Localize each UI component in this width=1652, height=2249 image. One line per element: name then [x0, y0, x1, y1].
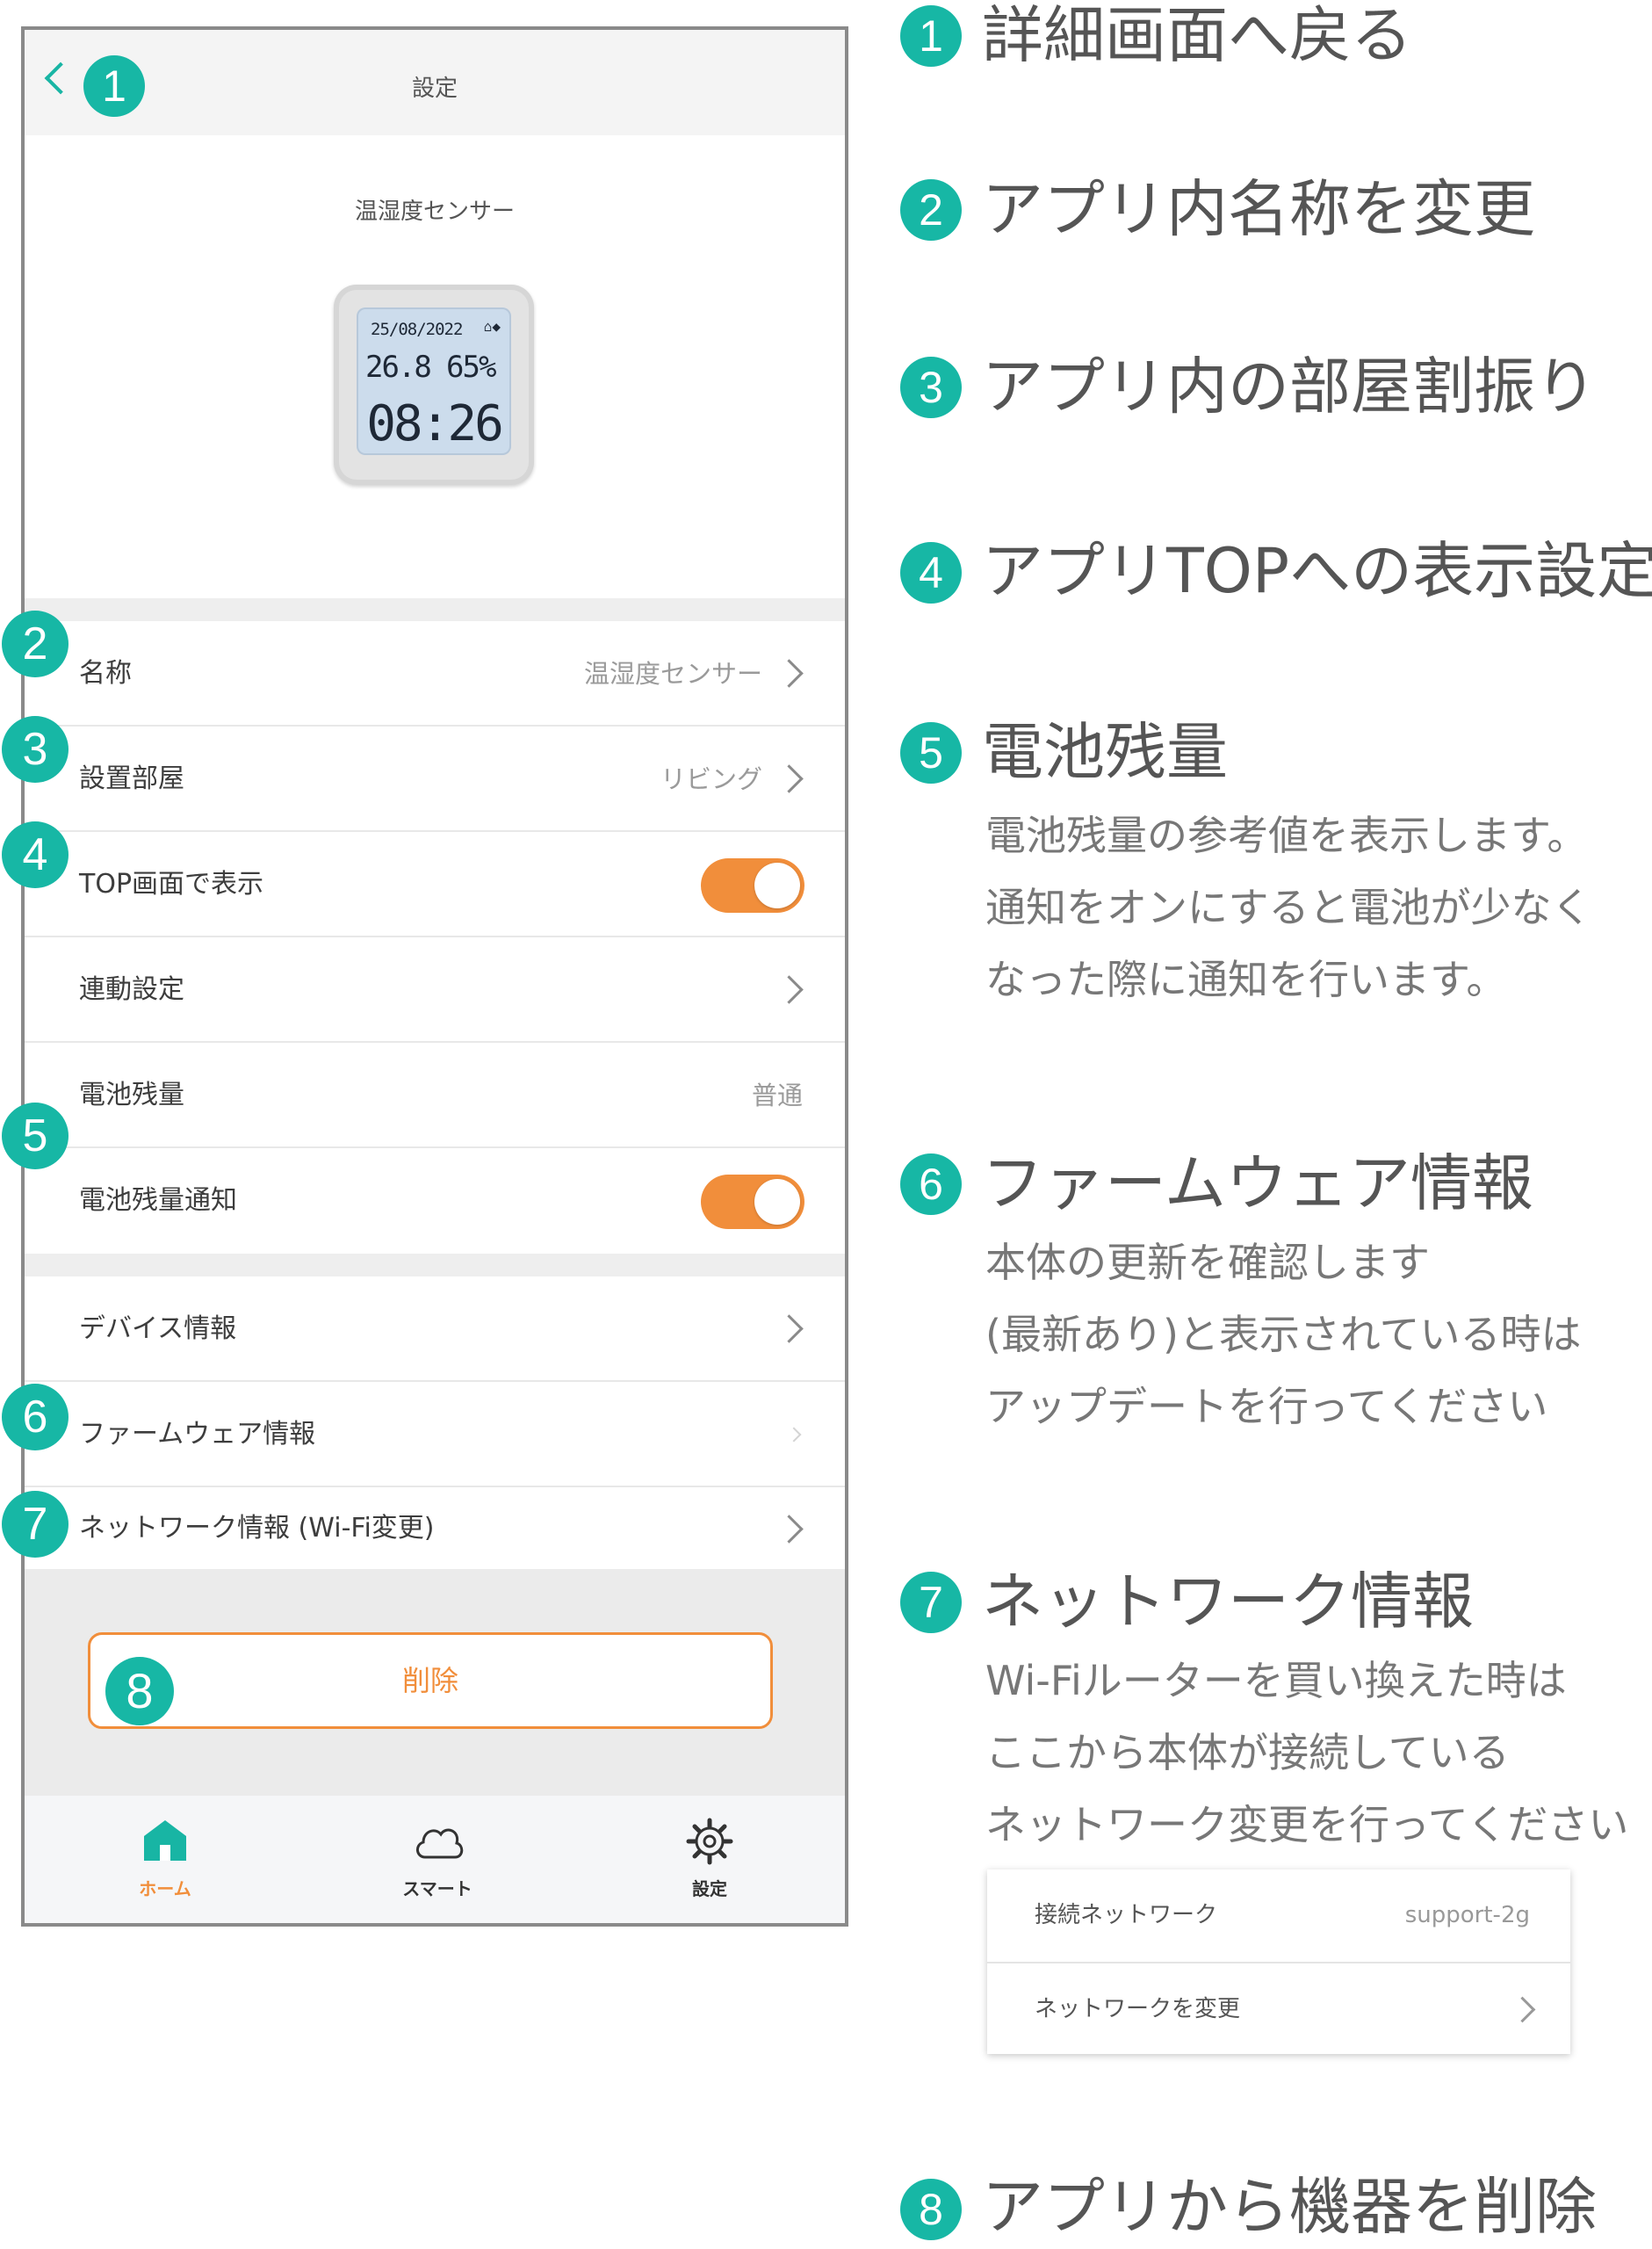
- annotation-desc-7-line-1: Wi-Fiルーターを買い換えた時は: [985, 1657, 1567, 1704]
- annotation-title-3: アプリ内の部屋割振り: [982, 351, 1597, 423]
- device-panel: 温湿度センサー 25/08/2022 ⌂◆ 26.8 65% 08:26: [25, 135, 845, 598]
- section-divider: [25, 1254, 845, 1276]
- device-name: 温湿度センサー: [354, 199, 515, 225]
- wifi-icon: ⌂◆: [483, 318, 501, 335]
- row-label: TOP画面で表示: [79, 869, 264, 900]
- annotation-badge-4: 4: [900, 542, 962, 604]
- lcd-humidity: 65%: [446, 350, 496, 385]
- annotation-desc-7-line-3: ネットワーク変更を行ってください: [985, 1801, 1629, 1848]
- delete-button[interactable]: 削除: [88, 1632, 773, 1729]
- annotation-desc-6-line-1: 本体の更新を確認します: [985, 1239, 1430, 1286]
- badge-4: 4: [2, 821, 69, 888]
- chevron-right-icon: [775, 1515, 804, 1544]
- tab-settings[interactable]: 設定: [622, 1796, 797, 1923]
- row-linkage[interactable]: 連動設定: [25, 937, 845, 1043]
- annotation-badge-6: 6: [900, 1153, 962, 1215]
- annotation-badge-1: 1: [900, 5, 962, 67]
- network-change-label: ネットワークを変更: [1035, 1996, 1241, 2022]
- annotation-desc-7-line-2: ここから本体が接続している: [985, 1729, 1510, 1776]
- toggle-knob: [754, 863, 800, 908]
- home-icon: [144, 1820, 186, 1861]
- network-change-row[interactable]: ネットワークを変更: [987, 1962, 1570, 2054]
- row-label: 電池残量通知: [79, 1185, 237, 1216]
- network-connected-row: 接続ネットワーク support-2g: [987, 1869, 1570, 1962]
- battery-status: 普通: [751, 1081, 803, 1110]
- annotation-desc-5-line-2: 通知をオンにすると電池が少なく: [985, 884, 1592, 931]
- row-name[interactable]: 名称 温湿度センサー: [25, 621, 845, 727]
- row-label: 設置部屋: [79, 763, 184, 794]
- annotation-desc-5-line-3: なった際に通知を行います。: [985, 956, 1507, 1003]
- tab-smart[interactable]: スマート: [350, 1796, 525, 1923]
- row-battery-notify: 電池残量通知: [25, 1148, 845, 1254]
- tab-label: ホーム: [139, 1878, 191, 1899]
- battery-notify-toggle[interactable]: [701, 1175, 804, 1229]
- top-bar: 設定: [25, 30, 845, 135]
- lcd-date: 25/08/2022: [371, 320, 463, 339]
- row-room[interactable]: 設置部屋 リビング: [25, 727, 845, 832]
- network-ssid: support-2g: [1404, 1902, 1530, 1928]
- row-label: ネットワーク情報 (Wi-Fi変更): [79, 1513, 435, 1544]
- badge-1: 1: [83, 55, 145, 117]
- chevron-right-icon: [1509, 1996, 1536, 2023]
- chevron-right-icon: [775, 975, 804, 1004]
- lcd-display: 25/08/2022 ⌂◆ 26.8 65% 08:26: [357, 307, 511, 455]
- annotation-badge-5: 5: [900, 722, 962, 784]
- badge-8: 8: [105, 1657, 174, 1725]
- row-label: 電池残量: [79, 1080, 184, 1110]
- annotation-title-4: アプリTOPへの表示設定: [982, 535, 1652, 607]
- annotation-title-1: 詳細画面へ戻る: [982, 0, 1412, 71]
- row-firmware[interactable]: ファームウェア情報: [25, 1382, 845, 1487]
- chevron-right-icon: [786, 1427, 802, 1443]
- lcd-time: 08:26: [366, 395, 504, 452]
- badge-5: 5: [2, 1103, 69, 1169]
- row-label: 名称: [79, 658, 132, 689]
- annotation-badge-7: 7: [900, 1572, 962, 1633]
- chevron-right-icon: [775, 1314, 804, 1343]
- tab-label: スマート: [402, 1878, 473, 1899]
- section-divider: [25, 598, 845, 621]
- annotation-badge-2: 2: [900, 179, 962, 241]
- top-display-toggle[interactable]: [701, 858, 804, 913]
- device-image: 25/08/2022 ⌂◆ 26.8 65% 08:26: [334, 285, 534, 485]
- annotation-desc-6-line-3: アップデートを行ってください: [985, 1383, 1548, 1430]
- badge-6: 6: [2, 1384, 69, 1450]
- lcd-temperature: 26.8: [365, 350, 432, 385]
- tab-bar: ホーム スマート 設定: [25, 1796, 845, 1923]
- row-network[interactable]: ネットワーク情報 (Wi-Fi変更): [25, 1487, 845, 1569]
- annotation-title-8: アプリから機器を削除: [982, 2171, 1597, 2243]
- row-label: デバイス情報: [79, 1313, 237, 1344]
- row-label: 連動設定: [79, 974, 184, 1005]
- cloud-icon: [416, 1828, 464, 1859]
- toggle-knob: [754, 1179, 800, 1225]
- tab-home[interactable]: ホーム: [77, 1796, 253, 1923]
- network-settings-card: 接続ネットワーク support-2g ネットワークを変更: [987, 1869, 1570, 2054]
- annotation-desc-6-line-2: (最新あり)と表示されている時は: [985, 1311, 1582, 1358]
- row-device-info[interactable]: デバイス情報: [25, 1276, 845, 1382]
- annotation-desc-5-line-1: 電池残量の参考値を表示します。: [985, 812, 1588, 859]
- annotation-title-6: ファームウェア情報: [982, 1147, 1533, 1219]
- row-battery: 電池残量 普通: [25, 1043, 845, 1148]
- row-top-display: TOP画面で表示: [25, 832, 845, 937]
- badge-2: 2: [2, 611, 69, 677]
- badge-7: 7: [2, 1491, 69, 1558]
- row-value: 温湿度センサー: [583, 659, 762, 689]
- phone-screen: 設定 温湿度センサー 25/08/2022 ⌂◆ 26.8 65% 08:26 …: [21, 26, 848, 1927]
- network-connected-label: 接続ネットワーク: [1035, 1902, 1218, 1928]
- annotation-badge-3: 3: [900, 357, 962, 418]
- gear-icon: [686, 1818, 733, 1865]
- row-value: リビング: [660, 764, 762, 794]
- annotation-title-2: アプリ内名称を変更: [982, 173, 1535, 245]
- row-label: ファームウェア情報: [79, 1419, 316, 1450]
- chevron-right-icon: [775, 764, 804, 793]
- page-title: 設定: [411, 76, 458, 102]
- annotation-title-7: ネットワーク情報: [982, 1566, 1474, 1638]
- chevron-right-icon: [775, 659, 804, 688]
- tab-label: 設定: [692, 1878, 727, 1899]
- badge-3: 3: [2, 716, 69, 783]
- annotation-badge-8: 8: [900, 2179, 962, 2240]
- annotation-title-5: 電池残量: [982, 716, 1228, 788]
